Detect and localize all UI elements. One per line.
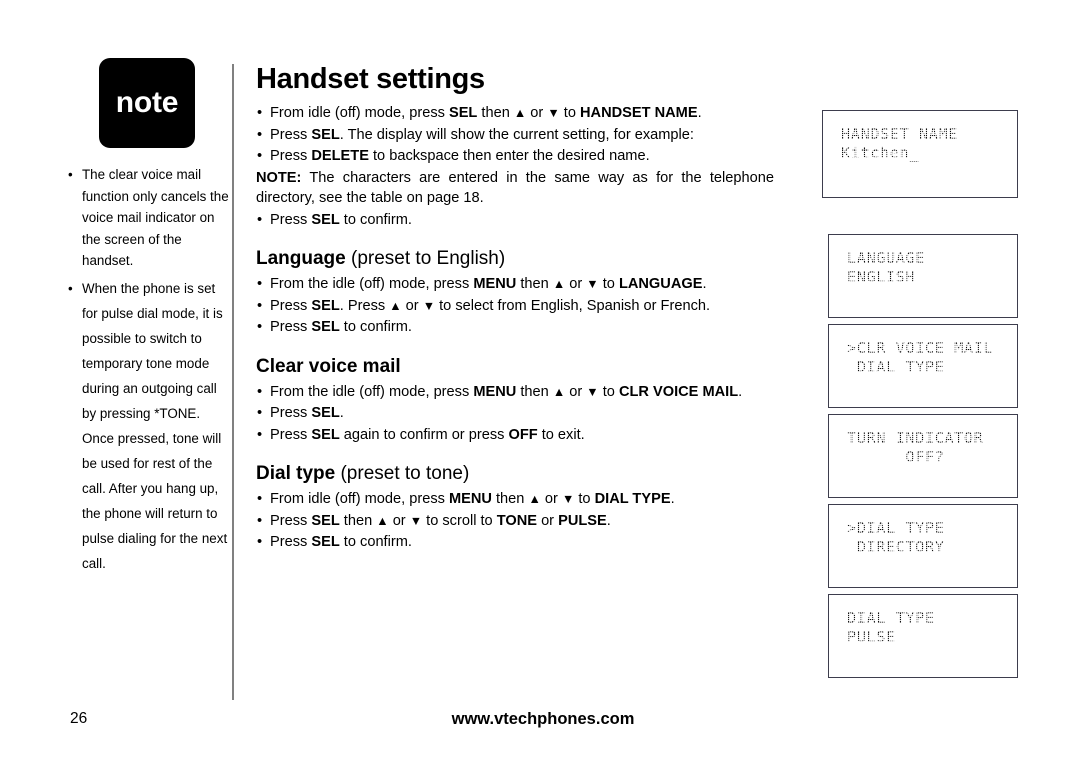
dial-type-step-list: • From idle (off) mode, press MENU then … bbox=[256, 489, 774, 553]
bullet-icon: • bbox=[257, 426, 263, 443]
clear-voice-mail-step-list: • From the idle (off) mode, press MENU t… bbox=[256, 382, 774, 446]
lcd-screen-dial-type-menu: >DIAL TYPE DIRECTORY bbox=[828, 504, 1018, 588]
column-divider bbox=[232, 64, 234, 700]
heading-bold-part: Dial type bbox=[256, 463, 336, 484]
step-item: • Press SEL again to confirm or press OF… bbox=[256, 425, 774, 446]
bullet-icon: • bbox=[257, 297, 263, 314]
lcd-screen-clr-voice-mail: >CLR VOICE MAIL DIAL TYPE bbox=[828, 324, 1018, 408]
bullet-icon: • bbox=[257, 512, 263, 529]
lcd-line-2: PULSE bbox=[847, 628, 896, 646]
step-text: Press SEL to confirm. bbox=[270, 319, 412, 335]
note-list-item: • When the phone is set for pulse dial m… bbox=[62, 276, 232, 576]
section-heading-language: Language (preset to English) bbox=[256, 247, 774, 271]
note-label: NOTE: bbox=[256, 169, 302, 186]
bullet-icon: • bbox=[68, 167, 73, 182]
step-text: Press SEL to confirm. bbox=[270, 534, 412, 550]
lcd-screen-handset-name: HANDSET NAME Kitchen_ bbox=[822, 110, 1018, 198]
step-item: • From the idle (off) mode, press MENU t… bbox=[256, 382, 774, 403]
heading-light-part: (preset to English) bbox=[351, 248, 506, 269]
step-text: Press SEL. The display will show the cur… bbox=[270, 126, 694, 143]
step-item: • From idle (off) mode, press MENU then … bbox=[256, 489, 774, 510]
step-text: Press SEL. Press ▲ or ▼ to select from E… bbox=[270, 297, 711, 314]
main-content: Handset settings • From idle (off) mode,… bbox=[256, 62, 774, 554]
lcd-screen-dial-type-pulse: DIAL TYPE PULSE bbox=[828, 594, 1018, 678]
step-text: Press SEL then ▲ or ▼ to scroll to TONE … bbox=[270, 512, 611, 529]
note-body: The characters are entered in the same w… bbox=[256, 169, 774, 207]
step-text: Press DELETE to backspace then enter the… bbox=[270, 148, 650, 164]
step-text: Press SEL. bbox=[270, 405, 344, 421]
bullet-icon: • bbox=[257, 491, 263, 507]
lcd-line-1: >CLR VOICE MAIL bbox=[847, 339, 994, 357]
note-sidebar: note • The clear voice mail function onl… bbox=[62, 58, 232, 592]
lcd-line-1: TURN INDICATOR bbox=[847, 429, 984, 447]
handset-name-confirm-list: • Press SEL to confirm. bbox=[256, 210, 774, 231]
handset-name-note: NOTE: The characters are entered in the … bbox=[256, 168, 774, 209]
heading-bold-part: Language bbox=[256, 248, 346, 269]
bullet-icon: • bbox=[257, 148, 263, 164]
note-list: • The clear voice mail function only can… bbox=[62, 164, 232, 576]
step-item: • From idle (off) mode, press SEL then ▲… bbox=[256, 103, 774, 124]
lcd-line-2: Kitchen_ bbox=[841, 144, 919, 162]
lcd-line-2: OFF? bbox=[847, 448, 945, 466]
lcd-line-1: HANDSET NAME bbox=[841, 125, 958, 143]
step-text: From the idle (off) mode, press MENU the… bbox=[270, 383, 743, 400]
step-text: From idle (off) mode, press SEL then ▲ o… bbox=[270, 105, 702, 121]
step-item: • Press SEL. bbox=[256, 403, 774, 424]
step-text: Press SEL again to confirm or press OFF … bbox=[270, 426, 585, 443]
step-text: From the idle (off) mode, press MENU the… bbox=[270, 276, 707, 292]
lcd-line-1: >DIAL TYPE bbox=[847, 519, 945, 537]
lcd-line-1: DIAL TYPE bbox=[847, 609, 935, 627]
note-item-text: The clear voice mail function only cance… bbox=[82, 167, 229, 268]
step-item: • From the idle (off) mode, press MENU t… bbox=[256, 274, 774, 295]
handset-name-step-list: • From idle (off) mode, press SEL then ▲… bbox=[256, 103, 774, 167]
page-title: Handset settings bbox=[256, 63, 485, 95]
lcd-screen-language: LANGUAGE ENGLISH bbox=[828, 234, 1018, 318]
bullet-icon: • bbox=[257, 383, 263, 400]
step-item: • Press SEL to confirm. bbox=[256, 317, 774, 338]
heading-bold-part: Clear voice mail bbox=[256, 355, 401, 377]
section-heading-clear-voice-mail: Clear voice mail bbox=[256, 355, 774, 379]
note-badge-label: note bbox=[115, 86, 179, 119]
bullet-icon: • bbox=[257, 126, 263, 143]
language-step-list: • From the idle (off) mode, press MENU t… bbox=[256, 274, 774, 338]
lcd-line-2: DIRECTORY bbox=[847, 538, 945, 556]
step-item: • Press DELETE to backspace then enter t… bbox=[256, 146, 774, 167]
section-heading-dial-type: Dial type (preset to tone) bbox=[256, 462, 774, 486]
bullet-icon: • bbox=[257, 405, 263, 421]
lcd-line-1: LANGUAGE bbox=[847, 249, 925, 267]
bullet-icon: • bbox=[257, 211, 263, 228]
bullet-icon: • bbox=[257, 319, 263, 335]
bullet-icon: • bbox=[257, 276, 263, 292]
step-text: Press SEL to confirm. bbox=[270, 211, 412, 228]
note-badge: note bbox=[99, 58, 195, 148]
bullet-icon: • bbox=[257, 534, 263, 550]
lcd-example-column: HANDSET NAME Kitchen_ LANGUAGE ENGLISH >… bbox=[820, 110, 1030, 684]
heading-light-part: (preset to tone) bbox=[340, 463, 470, 484]
lcd-line-2: DIAL TYPE bbox=[847, 358, 945, 376]
lcd-line-2: ENGLISH bbox=[847, 268, 916, 286]
bullet-icon: • bbox=[257, 105, 263, 121]
page-footer: 26 www.vtechphones.com bbox=[0, 708, 1080, 738]
step-text: From idle (off) mode, press MENU then ▲ … bbox=[270, 491, 675, 507]
note-item-text: When the phone is set for pulse dial mod… bbox=[82, 280, 228, 571]
lcd-screen-turn-indicator-off: TURN INDICATOR OFF? bbox=[828, 414, 1018, 498]
step-item: • Press SEL to confirm. bbox=[256, 532, 774, 553]
manual-page: note • The clear voice mail function onl… bbox=[0, 0, 1080, 771]
bullet-icon: • bbox=[68, 280, 73, 296]
note-list-item: • The clear voice mail function only can… bbox=[62, 164, 232, 272]
step-item: • Press SEL. The display will show the c… bbox=[256, 125, 774, 146]
step-item: • Press SEL then ▲ or ▼ to scroll to TON… bbox=[256, 511, 774, 532]
footer-website: www.vtechphones.com bbox=[451, 710, 635, 728]
step-item: • Press SEL to confirm. bbox=[256, 210, 774, 231]
step-item: • Press SEL. Press ▲ or ▼ to select from… bbox=[256, 296, 774, 317]
